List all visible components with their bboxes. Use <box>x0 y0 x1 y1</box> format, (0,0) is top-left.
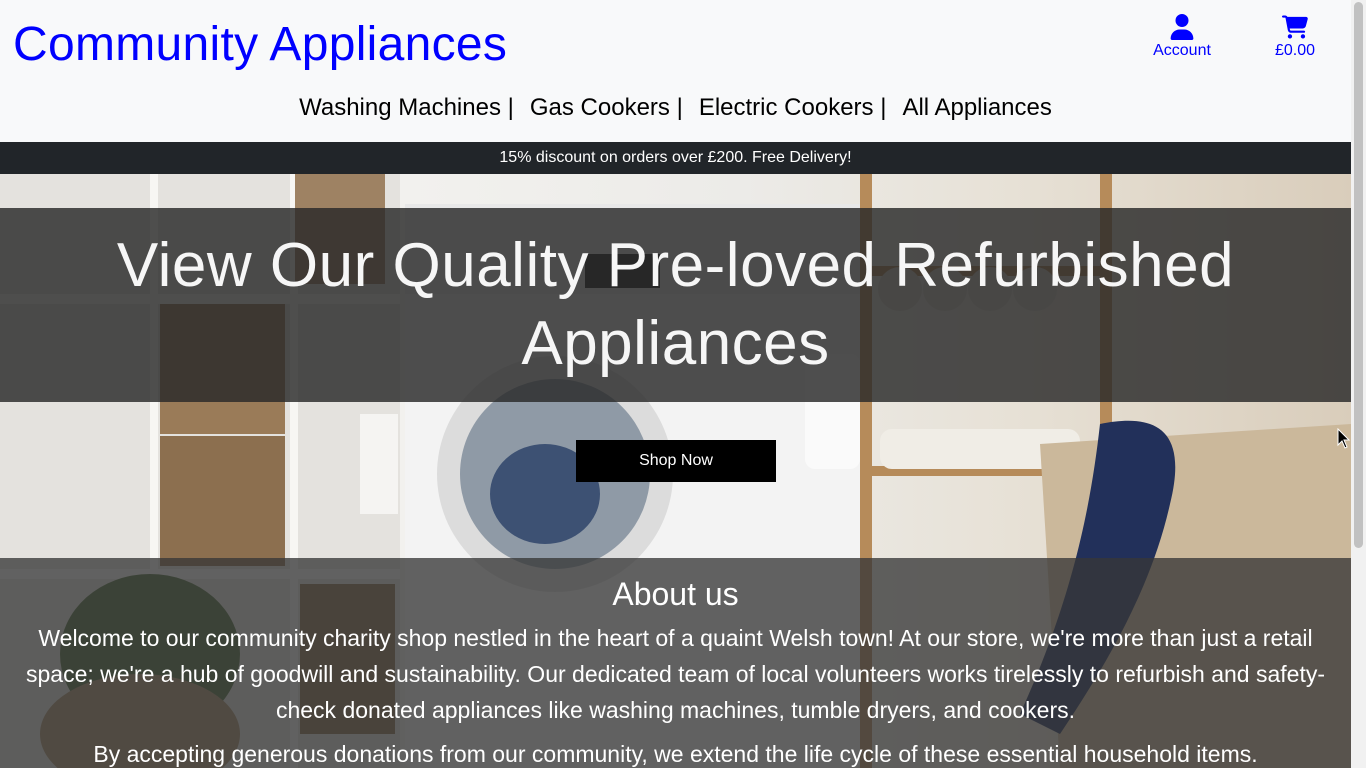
hero-title: View Our Quality Pre-loved Refurbished A… <box>116 231 1235 378</box>
page-scrollbar[interactable] <box>1351 0 1366 768</box>
about-paragraph-2: By accepting generous donations from our… <box>93 741 1258 767</box>
site-header: Community Appliances Account £0.00 Washi… <box>0 0 1351 142</box>
shop-now-button[interactable]: Shop Now <box>576 440 776 482</box>
scrollbar-thumb[interactable] <box>1354 2 1363 548</box>
about-section: About us Welcome to our community charit… <box>0 558 1351 768</box>
category-nav: Washing Machines | Gas Cookers | Electri… <box>0 91 1351 127</box>
account-link[interactable]: Account <box>1152 14 1212 60</box>
brand-logo-link[interactable]: Community Appliances <box>13 16 507 74</box>
nav-gas-cookers[interactable]: Gas Cookers | <box>522 91 691 127</box>
nav-all-appliances[interactable]: All Appliances <box>894 91 1059 127</box>
nav-electric-cookers[interactable]: Electric Cookers | <box>691 91 895 127</box>
user-icon <box>1170 14 1194 40</box>
nav-washing-machines[interactable]: Washing Machines | <box>291 91 522 127</box>
hero-banner: View Our Quality Pre-loved Refurbished A… <box>0 208 1351 402</box>
promo-banner: 15% discount on orders over £200. Free D… <box>0 142 1351 174</box>
shopping-cart-icon <box>1282 15 1308 39</box>
cart-link[interactable]: £0.00 <box>1265 14 1325 60</box>
about-paragraph-1: Welcome to our community charity shop ne… <box>25 625 1326 723</box>
about-heading: About us <box>612 576 739 612</box>
cart-total: £0.00 <box>1274 42 1316 59</box>
page: Community Appliances Account £0.00 Washi… <box>0 0 1351 768</box>
mouse-cursor-icon <box>1337 428 1351 449</box>
account-label: Account <box>1153 42 1211 59</box>
hero-section: View Our Quality Pre-loved Refurbished A… <box>0 174 1351 768</box>
